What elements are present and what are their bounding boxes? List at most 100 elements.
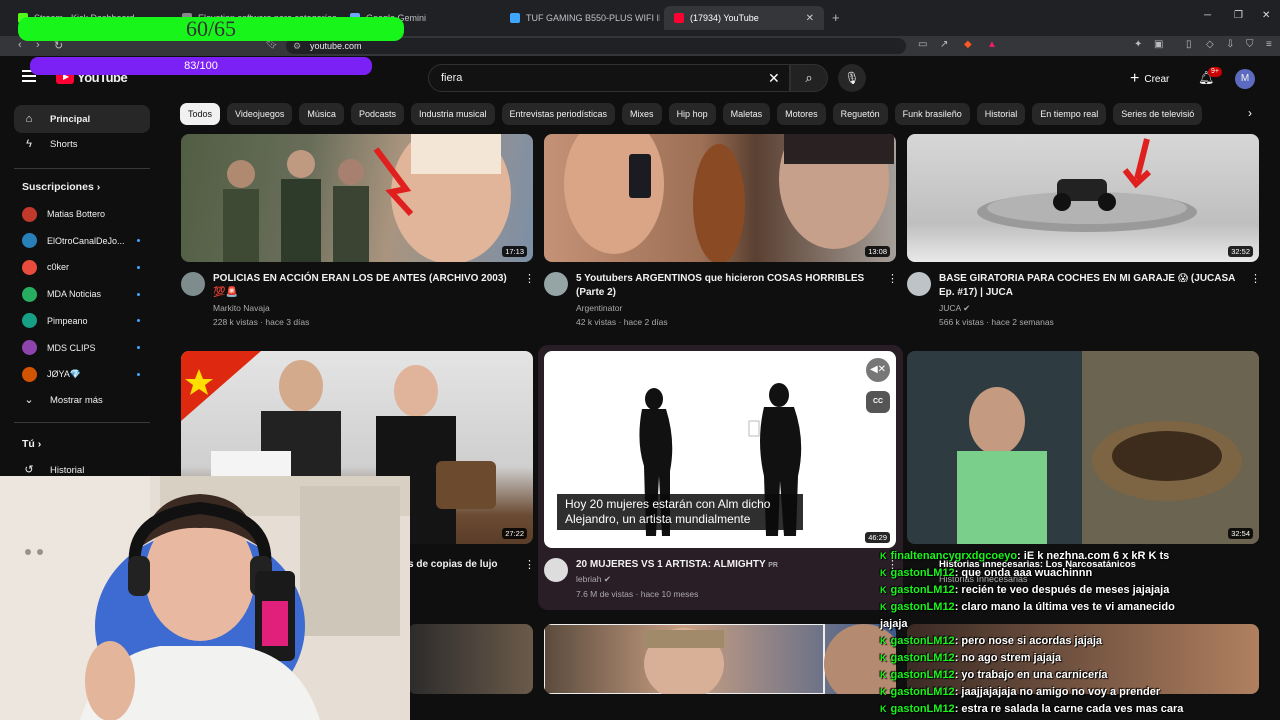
more-options-icon[interactable]: ⋮ bbox=[887, 272, 898, 285]
filter-chip[interactable]: Música bbox=[299, 103, 344, 125]
chat-message: KgastonLM12: yo trabajo en una carnicerí… bbox=[880, 667, 1280, 684]
filter-chip[interactable]: Motores bbox=[777, 103, 826, 125]
filter-chip[interactable]: Todos bbox=[180, 103, 221, 125]
video-title[interactable]: 20 MUJERES VS 1 ARTISTA: ALMIGHTY PR bbox=[576, 558, 876, 573]
chat-username: gastonLM12 bbox=[890, 584, 955, 596]
browser-tab-active[interactable]: (17934) YouTube ✕ bbox=[664, 6, 824, 30]
channel-name[interactable]: Markito Navaja bbox=[213, 301, 270, 315]
video-stats: 566 k vistas · hace 2 semanas bbox=[939, 317, 1054, 327]
new-content-dot bbox=[137, 292, 140, 296]
video-title[interactable]: BASE GIRATORIA PARA COCHES EN MI GARAJE … bbox=[939, 272, 1239, 300]
subscription-item[interactable]: ElOtroCanalDeJo... bbox=[14, 228, 150, 254]
subscription-item[interactable]: Matias Bottero bbox=[14, 201, 150, 227]
video-duration: 32:52 bbox=[1228, 246, 1253, 257]
clear-search-icon[interactable]: ✕ bbox=[768, 70, 780, 87]
channel-name[interactable]: lebriah ✔︎ bbox=[576, 572, 611, 586]
video-thumbnail[interactable]: 32:54 bbox=[907, 351, 1259, 544]
menu-icon[interactable]: ≡ bbox=[1266, 39, 1272, 50]
channel-avatar bbox=[22, 340, 37, 355]
show-more-button[interactable]: ⌄ Mostrar más bbox=[14, 386, 150, 414]
chat-username: gastonLM12 bbox=[890, 635, 955, 647]
filter-chip[interactable]: Podcasts bbox=[350, 103, 404, 125]
filter-chip[interactable]: En tiempo real bbox=[1032, 103, 1107, 125]
maximize-icon[interactable]: ❐ bbox=[1234, 10, 1243, 21]
channel-avatar[interactable] bbox=[544, 272, 568, 296]
chips-next-icon[interactable]: › bbox=[1248, 106, 1252, 120]
filter-chip[interactable]: Mixes bbox=[622, 103, 662, 125]
video-title[interactable]: POLICIAS EN ACCIÓN ERAN LOS DE ANTES (AR… bbox=[213, 272, 513, 300]
chat-message: KgastonLM12: estra re salada la carne ca… bbox=[880, 701, 1280, 718]
close-tab-icon[interactable]: ✕ bbox=[806, 13, 814, 24]
create-button[interactable]: + Crear bbox=[1130, 68, 1169, 90]
filter-chip[interactable]: Entrevistas periodísticas bbox=[501, 103, 616, 125]
more-options-icon[interactable]: ⋮ bbox=[524, 272, 535, 285]
chat-username: gastonLM12 bbox=[890, 652, 955, 664]
subscription-name: Pimpeano bbox=[47, 315, 88, 326]
screenshot-icon[interactable]: ▭ bbox=[918, 39, 927, 50]
channel-avatar[interactable] bbox=[907, 272, 931, 296]
rewards-icon[interactable]: ▲ bbox=[987, 39, 997, 50]
video-thumbnail[interactable] bbox=[408, 624, 533, 694]
more-options-icon[interactable]: ⋮ bbox=[1250, 272, 1261, 285]
sidebar-item-principal[interactable]: ⌂ Principal bbox=[14, 105, 150, 133]
search-button[interactable]: ⌕ bbox=[790, 64, 828, 92]
minimize-icon[interactable]: ─ bbox=[1204, 10, 1211, 21]
chevron-right-icon: › bbox=[96, 181, 101, 193]
channel-name[interactable]: Argentinator bbox=[576, 301, 622, 315]
video-thumbnail[interactable] bbox=[544, 624, 896, 694]
subscription-item[interactable]: Pimpeano bbox=[14, 308, 150, 334]
search-input[interactable]: fiera bbox=[428, 64, 790, 92]
channel-avatar bbox=[22, 233, 37, 249]
filter-chip[interactable]: Industria musical bbox=[410, 103, 495, 125]
download-icon[interactable]: ⇩ bbox=[1226, 39, 1234, 50]
channel-avatar[interactable] bbox=[544, 558, 568, 582]
subscription-item[interactable]: c0ker bbox=[14, 254, 150, 280]
sidebar-item-shorts[interactable]: ϟ Shorts bbox=[14, 130, 150, 158]
video-title[interactable]: s de copias de lujo bbox=[408, 558, 518, 572]
subscription-item[interactable]: MDS CLIPS bbox=[14, 335, 150, 361]
filter-chip[interactable]: Hip hop bbox=[668, 103, 716, 125]
channel-avatar[interactable] bbox=[181, 272, 205, 296]
captions-button[interactable]: CC bbox=[866, 391, 890, 413]
mute-toggle-button[interactable]: ◀✕ bbox=[866, 358, 890, 382]
chat-text: no ago strem jajaja bbox=[961, 652, 1062, 664]
you-heading[interactable]: Tú › bbox=[22, 438, 41, 450]
filter-chip[interactable]: Maletas bbox=[722, 103, 771, 125]
video-duration: 27:22 bbox=[502, 528, 527, 539]
more-options-icon[interactable]: ⋮ bbox=[524, 558, 535, 571]
new-content-dot bbox=[137, 239, 140, 243]
back-icon[interactable]: ‹ bbox=[18, 39, 22, 51]
video-thumbnail[interactable]: 32:52 bbox=[907, 134, 1259, 262]
close-window-icon[interactable]: ✕ bbox=[1262, 10, 1270, 21]
video-thumbnail[interactable]: 17:13 bbox=[181, 134, 533, 262]
video-title[interactable]: 5 Youtubers ARGENTINOS que hicieron COSA… bbox=[576, 272, 876, 300]
channel-name[interactable]: JUCA ✔︎ bbox=[939, 301, 970, 315]
video-thumbnail[interactable]: 13:08 bbox=[544, 134, 896, 262]
leo-icon[interactable]: ◇ bbox=[1206, 39, 1214, 50]
filter-chip[interactable]: Historial bbox=[976, 103, 1026, 125]
filter-chip[interactable]: Series de televisió bbox=[1113, 103, 1203, 125]
chat-message: jajaja bbox=[880, 616, 1280, 633]
subscription-name: MDA Noticias bbox=[47, 289, 102, 300]
subscription-item[interactable]: MDA Noticias bbox=[14, 281, 150, 307]
screen: Stream - Kick Dashboard Elevation softwa… bbox=[0, 0, 1280, 720]
new-tab-button[interactable]: + bbox=[832, 10, 840, 25]
browser-tab[interactable]: TUF GAMING B550-PLUS WIFI II | M bbox=[500, 6, 660, 30]
voice-search-button[interactable]: 🎙︎ bbox=[838, 64, 866, 92]
sidebar-toggle-icon[interactable]: ▯ bbox=[1186, 39, 1192, 50]
sub-goal-counter: 83/100 bbox=[30, 57, 372, 75]
filter-chip[interactable]: Funk brasileño bbox=[894, 103, 970, 125]
kick-badge-icon: K bbox=[880, 585, 887, 595]
subscription-item[interactable]: JØYA💎 bbox=[14, 361, 150, 387]
brave-shield-icon[interactable]: ◆ bbox=[964, 39, 972, 50]
filter-chip[interactable]: Reguetón bbox=[832, 103, 888, 125]
share-icon[interactable]: ↗ bbox=[940, 39, 948, 50]
subscriptions-heading[interactable]: Suscripciones › bbox=[22, 181, 100, 193]
video-duration: 13:08 bbox=[865, 246, 890, 257]
vpn-icon[interactable]: ⛉ bbox=[1246, 39, 1254, 50]
account-avatar[interactable]: M bbox=[1235, 69, 1255, 89]
wallet-icon[interactable]: ▣ bbox=[1154, 39, 1163, 50]
filter-chip[interactable]: Videojuegos bbox=[227, 103, 293, 125]
chat-username: gastonLM12 bbox=[890, 686, 955, 698]
extensions-icon[interactable]: ✦ bbox=[1134, 39, 1142, 50]
